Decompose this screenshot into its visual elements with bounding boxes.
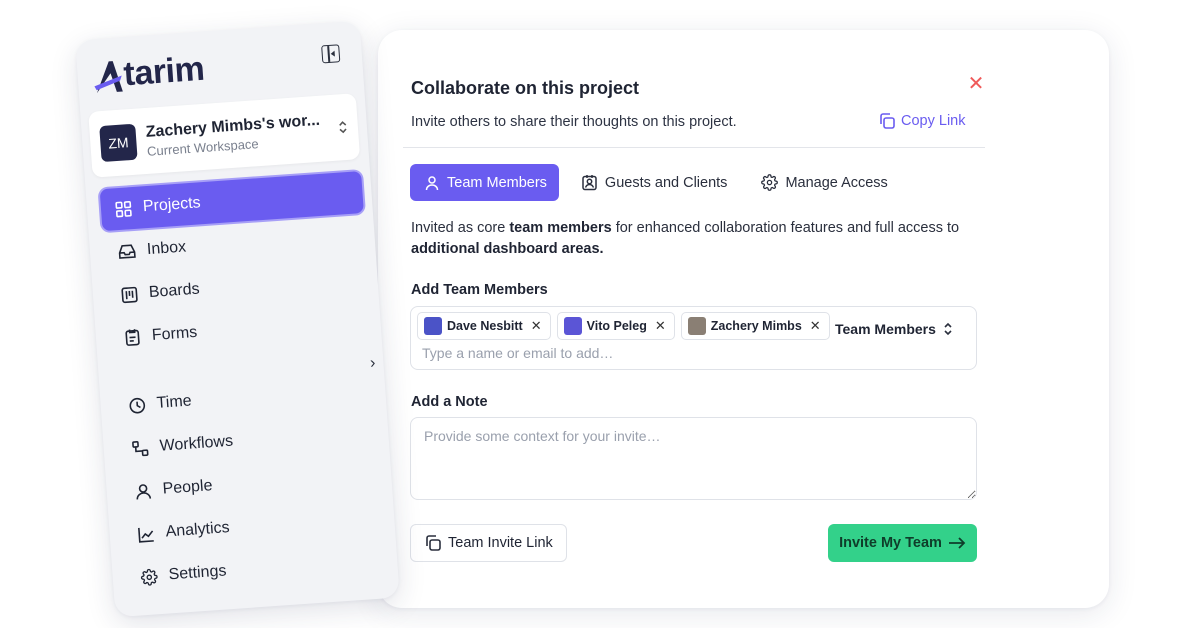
contact-card-icon <box>582 175 597 191</box>
desc-text: for enhanced collaboration features and … <box>611 220 960 236</box>
copy-icon <box>426 535 441 551</box>
invite-button-label: Invite My Team <box>839 535 942 551</box>
role-select[interactable]: Team Members <box>835 321 953 337</box>
chart-icon <box>137 527 154 543</box>
inbox-icon <box>118 244 136 259</box>
member-name: Zachery Mimbs <box>710 319 802 333</box>
sidebar-item-label: Projects <box>142 194 202 216</box>
collapse-sidebar-icon[interactable] <box>321 44 341 64</box>
avatar <box>424 317 442 335</box>
invite-my-team-button[interactable]: Invite My Team <box>828 524 977 562</box>
desc-bold: additional dashboard areas. <box>411 241 604 257</box>
remove-icon[interactable]: ✕ <box>655 318 666 334</box>
role-select-value: Team Members <box>835 321 936 337</box>
members-field[interactable]: Dave Nesbitt ✕ Vito Peleg ✕ Zachery Mimb… <box>410 306 977 370</box>
member-chips: Dave Nesbitt ✕ Vito Peleg ✕ Zachery Mimb… <box>417 312 830 340</box>
tab-guests-clients[interactable]: Guests and Clients <box>567 164 740 201</box>
divider <box>403 147 985 148</box>
sidebar-item-label: Analytics <box>165 519 231 541</box>
tab-team-members[interactable]: Team Members <box>410 164 559 201</box>
gear-icon <box>761 174 779 191</box>
avatar: ZM <box>99 123 138 163</box>
copy-icon <box>880 113 895 129</box>
tab-manage-access[interactable]: Manage Access <box>747 164 899 201</box>
chevron-updown-icon <box>944 322 952 336</box>
atarim-logo-icon <box>94 60 123 93</box>
note-label: Add a Note <box>411 394 488 410</box>
sidebar: tarim ZM Zachery Mimbs's wor... Current … <box>75 20 400 618</box>
close-icon[interactable]: ✕ <box>966 74 986 94</box>
note-textarea[interactable] <box>410 417 977 500</box>
tab-description: Invited as core team members for enhance… <box>411 218 981 260</box>
grid-icon <box>115 200 132 217</box>
avatar <box>687 317 706 335</box>
app-logo: tarim <box>92 50 205 97</box>
sidebar-item-label: Forms <box>151 323 198 344</box>
member-chip: Vito Peleg ✕ <box>556 312 675 340</box>
members-input[interactable] <box>422 345 802 361</box>
invite-dialog: Collaborate on this project Invite other… <box>378 30 1109 608</box>
sidebar-item-label: Workflows <box>159 432 234 455</box>
member-name: Dave Nesbitt <box>447 319 523 333</box>
team-invite-link-button[interactable]: Team Invite Link <box>410 524 567 562</box>
remove-icon[interactable]: ✕ <box>531 318 542 334</box>
desc-bold: team members <box>509 220 612 236</box>
add-members-label: Add Team Members <box>411 282 548 298</box>
sidebar-item-label: Settings <box>168 562 227 584</box>
person-icon <box>136 483 152 499</box>
clock-icon <box>129 397 146 414</box>
desc-text: Invited as core <box>411 220 510 236</box>
copy-link-label: Copy Link <box>901 113 966 129</box>
remove-icon[interactable]: ✕ <box>810 318 821 334</box>
sidebar-item-label: Time <box>156 392 193 412</box>
sidebar-item-label: Boards <box>148 280 201 302</box>
logo-text: tarim <box>122 49 206 94</box>
workspace-switcher[interactable]: ZM Zachery Mimbs's wor... Current Worksp… <box>88 93 361 178</box>
board-icon <box>121 286 138 303</box>
avatar <box>563 317 582 335</box>
sidebar-item-label: Inbox <box>146 238 187 259</box>
tab-label: Guests and Clients <box>604 174 728 191</box>
tab-bar: Team Members Guests and Clients Manage A… <box>410 164 900 201</box>
member-name: Vito Peleg <box>586 319 647 333</box>
member-chip: Dave Nesbitt ✕ <box>417 312 551 340</box>
workflow-icon <box>132 440 149 456</box>
tab-label: Manage Access <box>785 174 888 191</box>
tab-label: Team Members <box>447 174 547 191</box>
gear-icon <box>140 568 158 586</box>
member-chip: Zachery Mimbs ✕ <box>680 312 830 340</box>
form-icon <box>125 329 140 346</box>
chevron-updown-icon <box>339 121 347 134</box>
dialog-title: Collaborate on this project <box>411 78 640 98</box>
sidebar-item-label: People <box>162 477 213 498</box>
dialog-subtitle: Invite others to share their thoughts on… <box>411 114 737 130</box>
workspace-info: Zachery Mimbs's wor... Current Workspace <box>145 111 322 158</box>
person-icon <box>425 175 439 190</box>
arrow-right-icon <box>948 537 966 549</box>
team-invite-link-label: Team Invite Link <box>448 535 553 551</box>
copy-link-button[interactable]: Copy Link <box>878 112 965 130</box>
